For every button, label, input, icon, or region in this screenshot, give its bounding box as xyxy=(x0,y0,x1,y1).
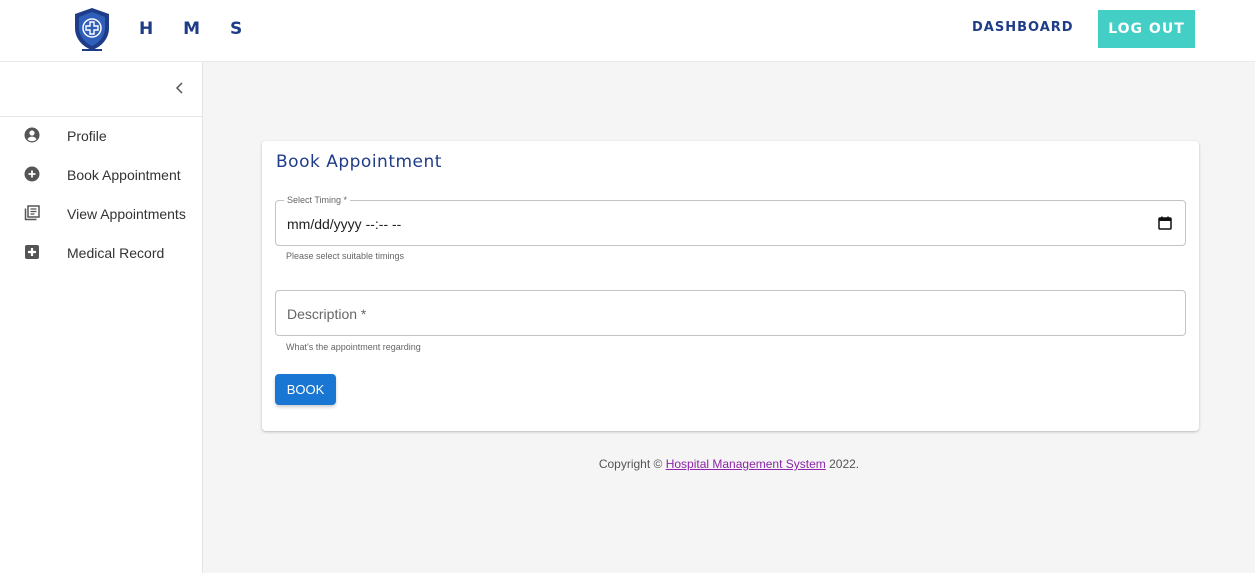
logout-button[interactable]: LOG OUT xyxy=(1098,10,1195,48)
medical-cross-icon xyxy=(25,245,39,259)
footer: Copyright © Hospital Management System 2… xyxy=(203,457,1255,471)
sidebar-item-medical-record[interactable]: Medical Record xyxy=(0,235,203,271)
description-helper-text: What's the appointment regarding xyxy=(286,342,421,352)
footer-year: 2022. xyxy=(825,457,860,471)
sidebar: Profile Book Appointment View Appointmen… xyxy=(0,62,203,573)
account-circle-icon xyxy=(24,127,40,143)
book-appointment-card: Book Appointment Select Timing * mm/dd/y… xyxy=(262,141,1199,431)
sidebar-item-label: Book Appointment xyxy=(67,167,181,183)
sidebar-divider xyxy=(0,116,203,117)
sidebar-item-view-appointments[interactable]: View Appointments xyxy=(0,196,203,232)
top-app-bar: H M S DASHBOARD LOG OUT xyxy=(0,0,1255,62)
description-field[interactable]: Description * xyxy=(275,290,1186,336)
sidebar-item-label: View Appointments xyxy=(67,206,186,222)
sidebar-item-book-appointment[interactable]: Book Appointment xyxy=(0,157,203,193)
brand-name: H M S xyxy=(139,19,255,39)
footer-copyright: Copyright © xyxy=(598,457,666,471)
sidebar-item-profile[interactable]: Profile xyxy=(0,118,203,154)
book-button[interactable]: BOOK xyxy=(275,374,336,405)
hospital-shield-logo xyxy=(75,8,109,51)
footer-link[interactable]: Hospital Management System xyxy=(666,457,826,471)
sidebar-item-label: Profile xyxy=(67,128,107,144)
timing-value: mm/dd/yyyy --:-- -- xyxy=(287,216,402,232)
description-placeholder: Description * xyxy=(287,306,367,322)
calendar-icon[interactable] xyxy=(1158,216,1172,230)
dashboard-link[interactable]: DASHBOARD xyxy=(972,20,1074,35)
timing-label: Select Timing * xyxy=(284,195,351,205)
sidebar-item-label: Medical Record xyxy=(67,245,165,261)
add-circle-icon xyxy=(24,166,40,182)
timing-field[interactable]: Select Timing * mm/dd/yyyy --:-- -- xyxy=(275,195,1186,246)
page-title: Book Appointment xyxy=(276,152,442,172)
timing-helper-text: Please select suitable timings xyxy=(286,251,405,261)
library-books-icon xyxy=(24,205,40,221)
chevron-left-icon[interactable] xyxy=(170,78,190,98)
